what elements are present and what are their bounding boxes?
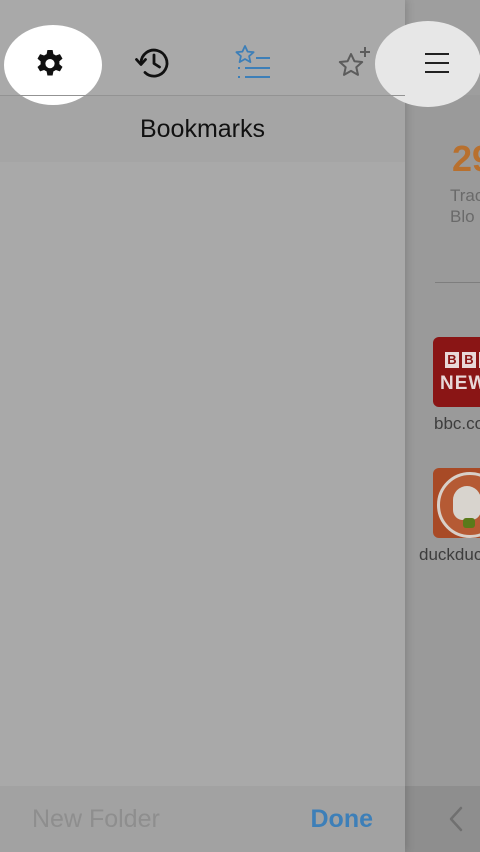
- menu-button[interactable]: [402, 28, 472, 98]
- favorite-label-duckduckgo[interactable]: duckduc: [419, 545, 480, 565]
- divider: [435, 282, 480, 283]
- favorite-label-bbc[interactable]: bbc.co: [434, 414, 480, 434]
- bbc-box-b2: B: [462, 352, 476, 368]
- new-folder-button[interactable]: New Folder: [32, 786, 160, 852]
- bbc-box-b1: B: [445, 352, 459, 368]
- background-browser-page: 29 Trac Blo B B C NEWS bbc.co duckduc: [405, 0, 480, 852]
- settings-button[interactable]: [15, 28, 85, 98]
- history-clock-icon: [134, 45, 172, 81]
- toolbar-divider: [0, 95, 405, 96]
- duckduckgo-icon[interactable]: [433, 468, 480, 538]
- panel-toolbar: [0, 0, 480, 107]
- bookmarks-list: [0, 162, 405, 786]
- tracker-label-line1: Trac: [450, 186, 480, 205]
- bookmarks-tab-button[interactable]: [219, 28, 289, 98]
- history-button[interactable]: [118, 28, 188, 98]
- tracker-count: 29: [452, 138, 480, 179]
- gear-icon: [34, 47, 66, 79]
- bbc-news-text: NEWS: [440, 373, 480, 394]
- bookmarks-panel: Bookmarks New Folder Done: [0, 0, 405, 852]
- back-chevron-icon[interactable]: [443, 805, 471, 833]
- add-favorite-button[interactable]: [320, 28, 390, 98]
- done-button[interactable]: Done: [311, 786, 374, 852]
- star-plus-icon: [336, 44, 374, 82]
- hamburger-menu-icon: [423, 51, 451, 75]
- panel-title: Bookmarks: [0, 96, 405, 162]
- tracker-label-line2: Blo: [450, 207, 475, 226]
- bottom-bar: New Folder Done: [0, 786, 405, 852]
- bbc-news-icon[interactable]: B B C NEWS: [433, 337, 480, 407]
- bookmarks-list-icon: [235, 44, 273, 82]
